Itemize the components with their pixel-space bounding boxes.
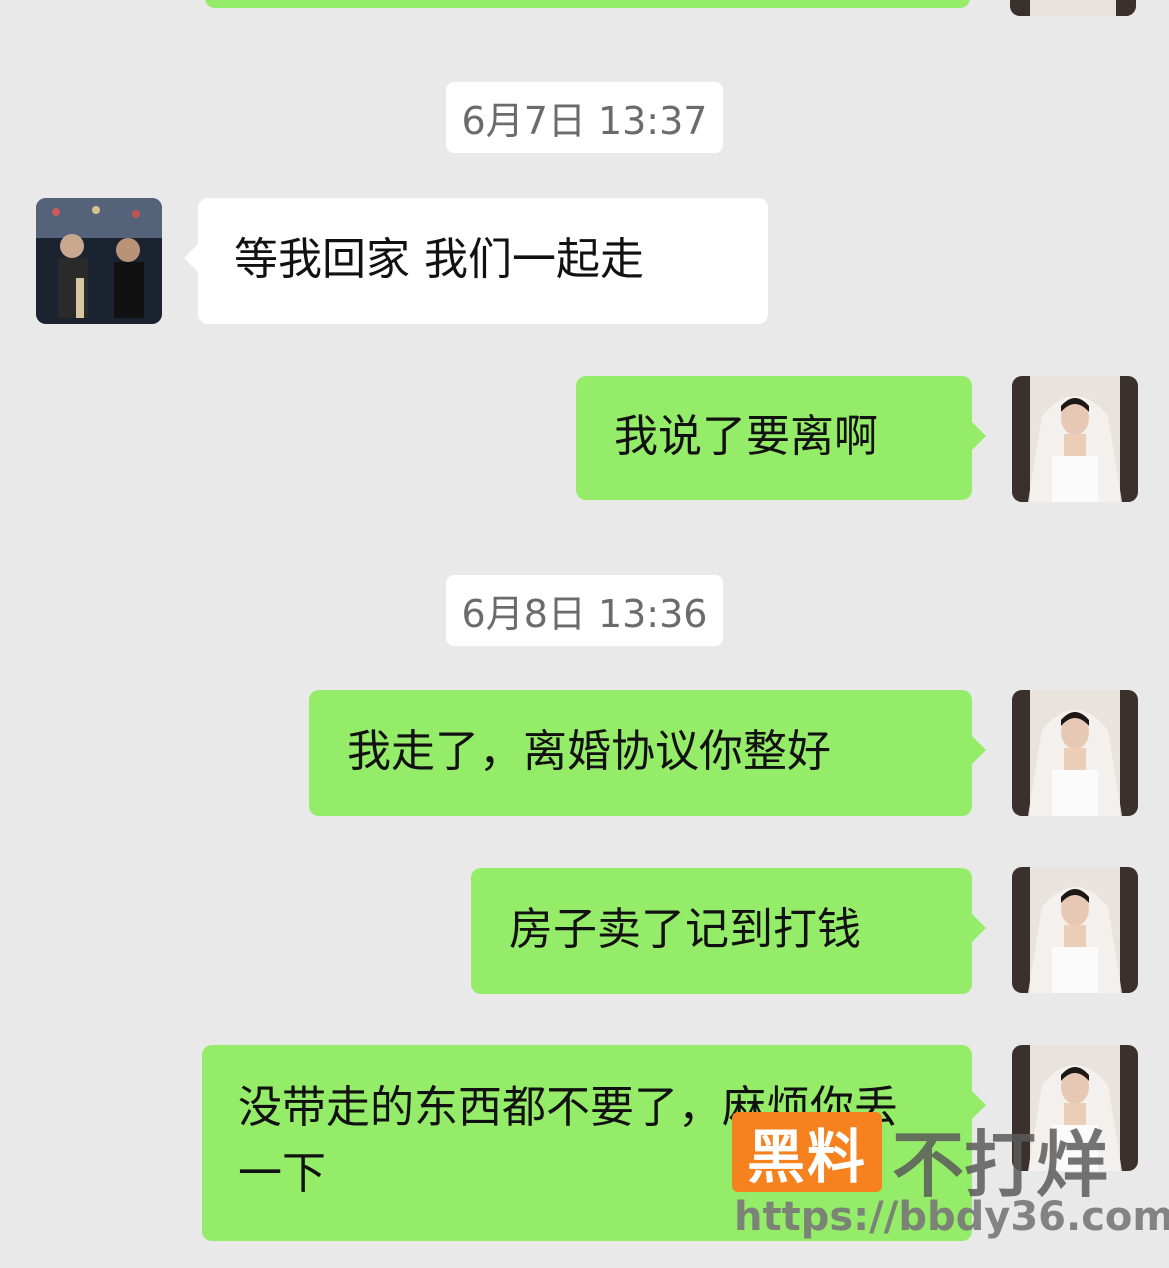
message-bubble-incoming[interactable]: 等我回家 我们一起走: [184, 198, 768, 324]
timestamp: 6月8日 13:36: [445, 575, 724, 646]
watermark-brand-box: 黑料: [732, 1112, 882, 1192]
self-avatar[interactable]: [1012, 376, 1138, 502]
message-text: 等我回家 我们一起走: [234, 234, 644, 285]
message-text: 我说了要离啊: [614, 411, 878, 462]
self-avatar[interactable]: [1010, 0, 1136, 16]
watermark-url: https://bbdy36.com: [734, 1194, 1169, 1240]
message-bubble-outgoing[interactable]: 我走了，离婚协议你整好: [309, 690, 986, 816]
timestamp: 6月7日 13:37: [445, 82, 724, 153]
chat-window: 6月7日 13:37 等我回家 我们一起走 我说了要离啊 6月8日 13:36 …: [0, 0, 1169, 1268]
message-bubble-outgoing[interactable]: 我说了要离啊: [576, 376, 986, 500]
message-bubble-outgoing[interactable]: 房子卖了记到打钱: [471, 868, 986, 994]
message-text: 房子卖了记到打钱: [509, 904, 861, 955]
partial-bubble: [205, 0, 970, 8]
watermark: 黑料 不打烊 https://bbdy36.com: [732, 1106, 1169, 1256]
self-avatar[interactable]: [1012, 867, 1138, 993]
self-avatar[interactable]: [1012, 690, 1138, 816]
contact-avatar[interactable]: [36, 198, 162, 324]
message-text: 我走了，离婚协议你整好: [347, 726, 831, 777]
